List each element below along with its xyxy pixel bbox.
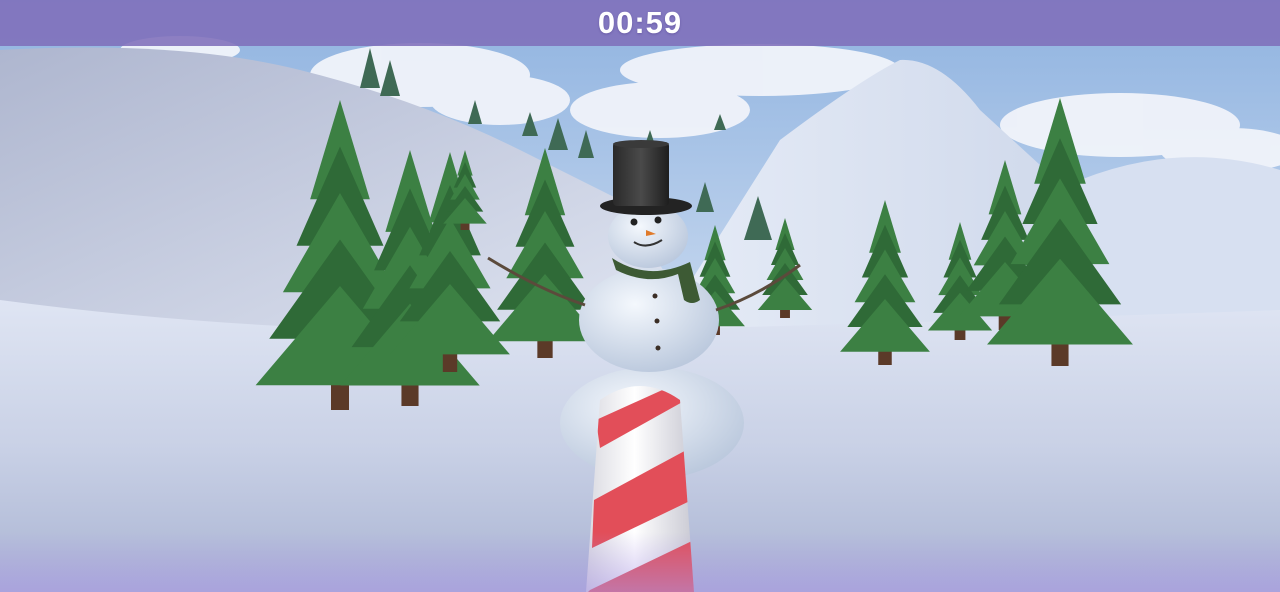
- snowman-button: [652, 293, 658, 299]
- snowman-middle: [579, 268, 719, 372]
- countdown-timer: 00:59: [597, 5, 683, 40]
- snowman-button: [655, 345, 661, 351]
- candy-cane-pole[interactable]: [586, 382, 694, 592]
- top-hat-top: [613, 140, 669, 148]
- snowman-eye-right: [654, 216, 662, 224]
- snowman-eye-left: [630, 218, 638, 226]
- game-scene[interactable]: [0, 0, 1280, 592]
- hud-top-bar: 00:59: [0, 0, 1280, 46]
- snowman-button: [654, 318, 660, 324]
- top-hat-crown: [613, 142, 669, 206]
